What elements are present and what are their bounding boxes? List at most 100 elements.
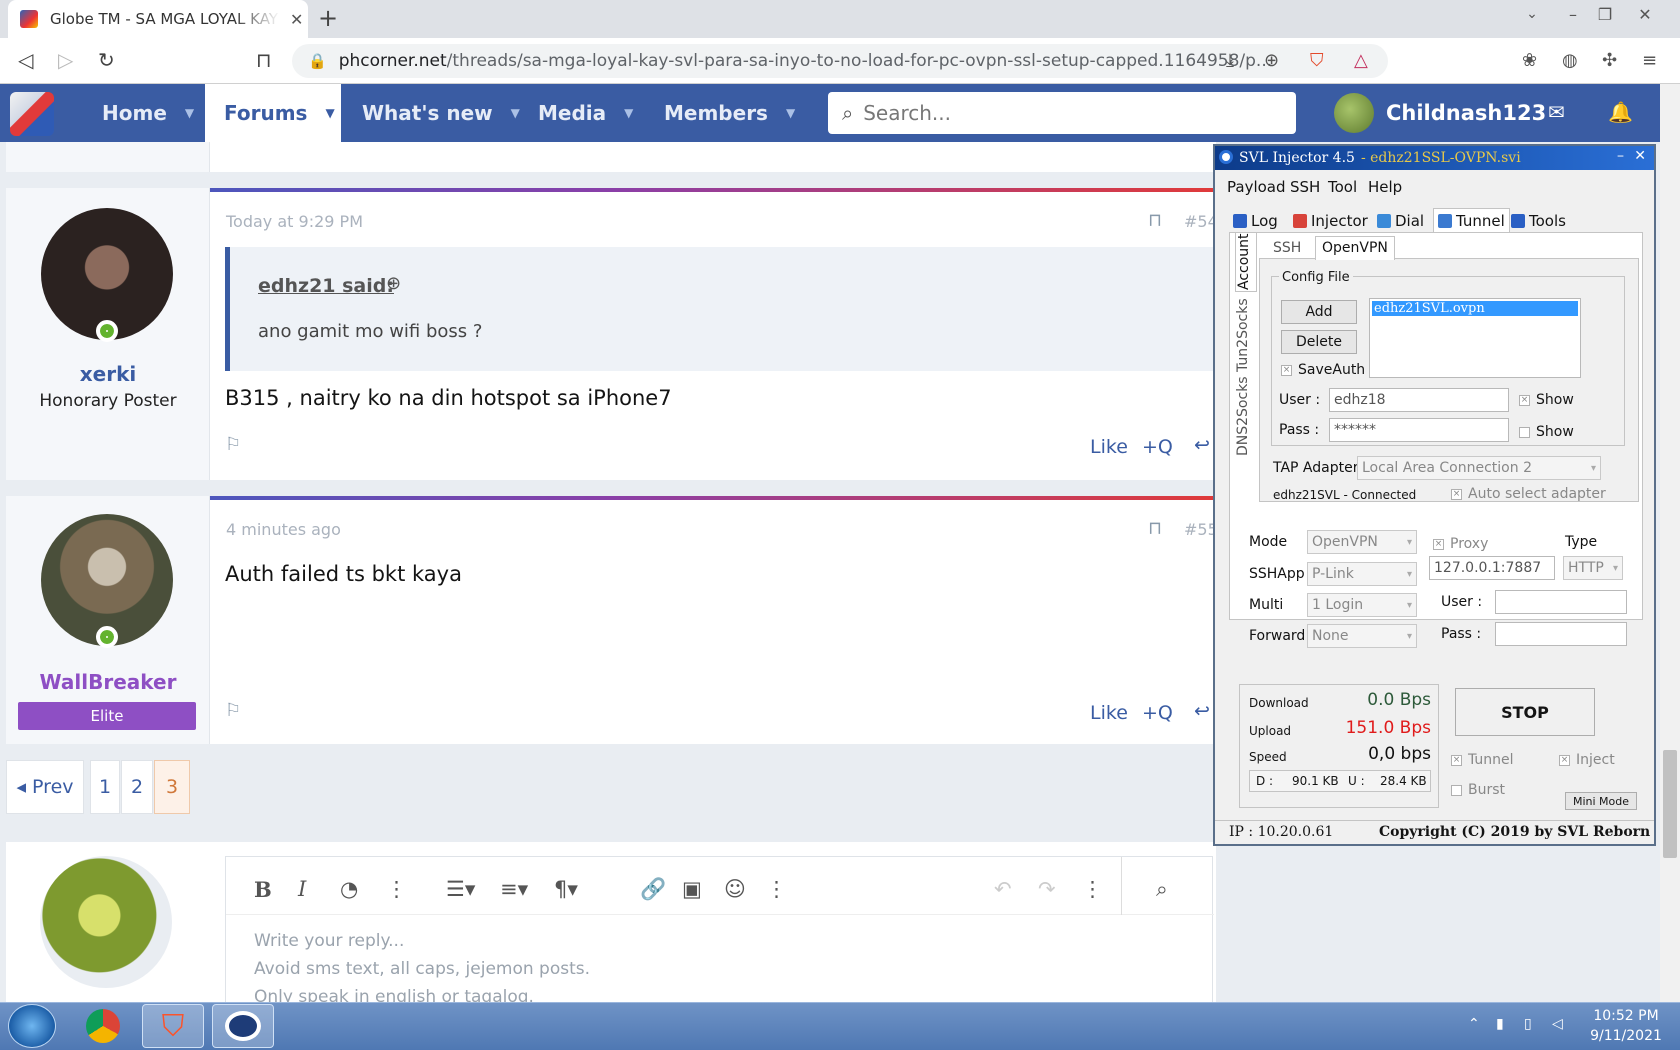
- auto-select-checkbox[interactable]: × Auto select adapter: [1451, 486, 1606, 502]
- multi-quote-button[interactable]: +Q: [1142, 436, 1173, 458]
- menu-ssh[interactable]: SSH: [1290, 178, 1320, 196]
- side-tab-dns2socks[interactable]: DNS2Socks: [1235, 374, 1257, 456]
- tab-dial[interactable]: Dial: [1377, 212, 1424, 230]
- menu-payload[interactable]: Payload: [1227, 178, 1286, 196]
- more-vertical-icon[interactable]: ⋮: [766, 877, 787, 901]
- brave-taskbar-button[interactable]: ⛉: [142, 1004, 204, 1048]
- pass-field[interactable]: ******: [1329, 418, 1509, 442]
- new-tab-button[interactable]: +: [318, 4, 338, 32]
- chrome-taskbar-button[interactable]: [72, 1004, 134, 1048]
- tray-overflow-icon[interactable]: ⌃: [1468, 1016, 1480, 1032]
- image-icon[interactable]: ▣: [682, 877, 702, 901]
- report-flag-icon[interactable]: ⚐: [225, 700, 241, 721]
- tab-tunnel[interactable]: Tunnel: [1433, 208, 1510, 232]
- inner-tab-openvpn[interactable]: OpenVPN: [1315, 236, 1395, 260]
- tab-log[interactable]: Log: [1233, 212, 1278, 230]
- report-flag-icon[interactable]: ⚐: [225, 434, 241, 455]
- stop-button[interactable]: STOP: [1455, 688, 1595, 736]
- add-button[interactable]: Add: [1281, 300, 1357, 324]
- emoji-icon[interactable]: ☺: [724, 877, 746, 901]
- type-select[interactable]: HTTP: [1563, 556, 1623, 580]
- chevron-down-icon[interactable]: ▼: [325, 106, 334, 120]
- bookmark-icon[interactable]: ⊓: [256, 48, 272, 72]
- brave-shield-icon[interactable]: ⛉: [1310, 50, 1324, 71]
- italic-icon[interactable]: I: [298, 877, 306, 901]
- paragraph-icon[interactable]: ¶▾: [554, 877, 578, 901]
- preview-icon[interactable]: ⌕: [1156, 877, 1168, 902]
- page-3-current[interactable]: 3: [154, 760, 190, 814]
- proxy-checkbox[interactable]: × Proxy: [1433, 536, 1488, 552]
- proxy-pass-field[interactable]: [1495, 622, 1627, 646]
- reply-editor[interactable]: B I ◔ ⋮ ☰▾ ≡▾ ¶▾ 🔗 ▣ ☺ ⋮ ↶ ↷ ⋮ ⌕ Write y…: [225, 856, 1214, 1007]
- browser-tab[interactable]: Globe TM - SA MGA LOYAL KAY S ✕: [8, 0, 308, 38]
- forward-select[interactable]: None: [1307, 624, 1417, 648]
- config-listbox[interactable]: edhz21SVL.ovpn: [1369, 298, 1581, 378]
- reply-icon[interactable]: ↩: [1194, 700, 1210, 722]
- post-username[interactable]: WallBreaker: [6, 670, 210, 694]
- bold-icon[interactable]: B: [254, 877, 272, 902]
- tab-search-icon[interactable]: ⌄: [1517, 2, 1547, 26]
- volume-icon[interactable]: ◁: [1552, 1016, 1563, 1032]
- post-username[interactable]: xerki: [6, 362, 210, 386]
- side-tab-account[interactable]: Account: [1235, 232, 1257, 292]
- reply-icon[interactable]: ↩: [1194, 434, 1210, 456]
- tab-tools[interactable]: Tools: [1511, 212, 1566, 230]
- install-icon[interactable]: ⤓: [1226, 50, 1234, 71]
- nav-whats-new[interactable]: What's new ▼: [362, 84, 520, 142]
- show-user-checkbox[interactable]: × Show: [1519, 392, 1574, 408]
- proxy-field[interactable]: 127.0.0.1:7887: [1429, 556, 1555, 580]
- bell-icon[interactable]: 🔔: [1608, 100, 1633, 124]
- user-field[interactable]: edhz18: [1329, 388, 1509, 412]
- post-date[interactable]: Today at 9:29 PM: [226, 212, 363, 231]
- like-button[interactable]: Like: [1090, 436, 1128, 458]
- arrow-up-circle-icon[interactable]: ⊕: [386, 273, 401, 294]
- config-list-item[interactable]: edhz21SVL.ovpn: [1372, 301, 1578, 316]
- like-button[interactable]: Like: [1090, 702, 1128, 724]
- tap-adapter-select[interactable]: Local Area Connection 2: [1357, 456, 1601, 480]
- network-icon[interactable]: ▮: [1496, 1016, 1504, 1032]
- nav-forums[interactable]: Forums ▼: [205, 84, 341, 142]
- power-icon[interactable]: ▯: [1524, 1016, 1532, 1032]
- undo-icon[interactable]: ↶: [994, 877, 1012, 901]
- bookmark-icon[interactable]: ⊓: [1148, 518, 1162, 539]
- page-2-link[interactable]: 2: [121, 760, 153, 814]
- more-vertical-icon[interactable]: ⋮: [386, 877, 407, 901]
- page-1-link[interactable]: 1: [90, 760, 120, 814]
- restore-button[interactable]: ❐: [1590, 2, 1620, 26]
- extension-icon[interactable]: ❀: [1522, 50, 1537, 71]
- brave-rewards-icon[interactable]: △: [1354, 50, 1368, 71]
- scrollbar-thumb[interactable]: [1663, 750, 1677, 858]
- user-menu[interactable]: Childnash123: [1334, 92, 1546, 134]
- menu-help[interactable]: Help: [1368, 178, 1402, 196]
- start-button[interactable]: [8, 1004, 56, 1048]
- proxy-user-field[interactable]: [1495, 590, 1627, 614]
- mini-mode-button[interactable]: Mini Mode: [1565, 792, 1637, 810]
- side-tab-tun2socks[interactable]: Tun2Socks: [1235, 296, 1257, 372]
- svl-taskbar-button[interactable]: [212, 1004, 274, 1048]
- puzzle-icon[interactable]: ✣: [1602, 50, 1617, 71]
- svl-titlebar[interactable]: SVL Injector 4.5 - edhz21SSL-OVPN.svi – …: [1215, 146, 1654, 170]
- menu-icon[interactable]: ≡: [1642, 50, 1657, 71]
- chevron-down-icon[interactable]: ▼: [786, 106, 795, 120]
- mode-select[interactable]: OpenVPN: [1307, 530, 1417, 554]
- close-tab-icon[interactable]: ✕: [290, 10, 303, 29]
- forward-icon[interactable]: ▷: [58, 48, 73, 72]
- page-scrollbar[interactable]: [1660, 84, 1680, 1002]
- inner-tab-ssh[interactable]: SSH: [1273, 240, 1301, 256]
- nav-home[interactable]: Home ▼: [102, 84, 194, 142]
- burst-checkbox[interactable]: Burst: [1451, 782, 1505, 798]
- tab-injector[interactable]: Injector: [1293, 212, 1368, 230]
- chevron-down-icon[interactable]: ▼: [624, 106, 633, 120]
- quote-author[interactable]: edhz21 said:: [258, 275, 394, 297]
- taskbar-clock[interactable]: 10:52 PM 9/11/2021: [1586, 1006, 1666, 1046]
- prev-page-button[interactable]: ◂ Prev: [6, 760, 84, 814]
- delete-button[interactable]: Delete: [1281, 330, 1357, 354]
- bookmark-icon[interactable]: ⊓: [1148, 210, 1162, 231]
- align-icon[interactable]: ≡▾: [500, 877, 528, 901]
- tunnel-checkbox[interactable]: × Tunnel: [1451, 752, 1514, 768]
- inject-checkbox[interactable]: × Inject: [1559, 752, 1615, 768]
- chevron-down-icon[interactable]: ▼: [511, 106, 520, 120]
- minimize-button[interactable]: –: [1617, 148, 1624, 164]
- minimize-button[interactable]: –: [1558, 2, 1588, 26]
- vpn-extension-icon[interactable]: ◍: [1562, 50, 1578, 71]
